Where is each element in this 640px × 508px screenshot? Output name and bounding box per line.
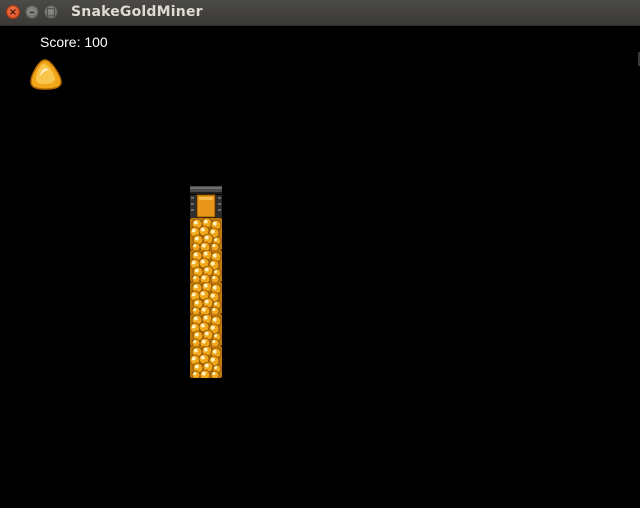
mining-cart-icon [190,186,222,218]
gold-ore-block-icon [190,282,222,314]
gold-ore-block-icon [190,250,222,282]
close-button[interactable]: × [6,5,20,19]
score-label: Score: 100 [40,34,108,50]
minimize-button[interactable]: – [25,5,39,19]
close-icon: × [8,7,18,18]
title-bar[interactable]: × – □ SnakeGoldMiner [0,0,640,26]
maximize-button[interactable]: □ [44,5,58,19]
window-title: SnakeGoldMiner [71,4,203,20]
minimize-icon: – [29,7,35,18]
app-window: × – □ SnakeGoldMiner Score: 100 [0,0,640,508]
gold-ore-block-icon [190,218,222,250]
gold-ore-block-icon [190,346,222,378]
gold-nugget-icon [30,59,62,90]
maximize-icon: □ [46,7,56,18]
gold-ore-block-icon [190,314,222,346]
game-canvas[interactable]: Score: 100 [0,26,640,508]
